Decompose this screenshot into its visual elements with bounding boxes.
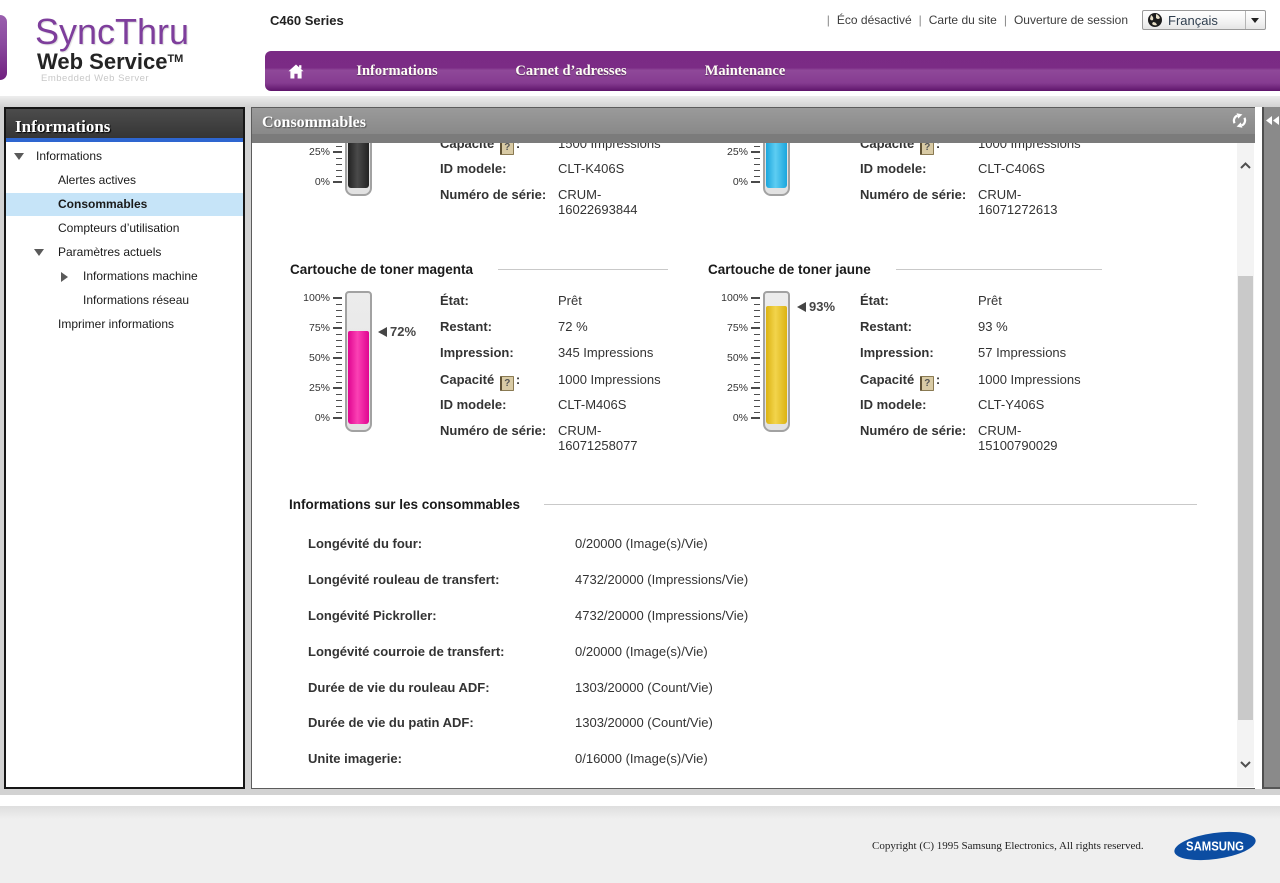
svg-text:SAMSUNG: SAMSUNG <box>1186 839 1244 854</box>
